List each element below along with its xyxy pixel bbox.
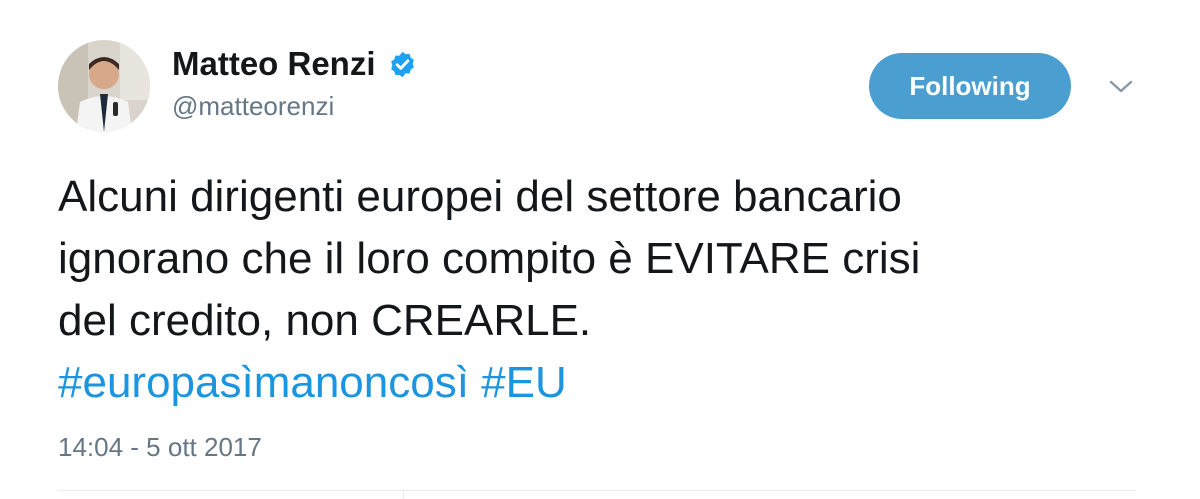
tweet-text-line: del credito, non CREARLE. (58, 296, 592, 345)
avatar[interactable] (58, 40, 150, 132)
chevron-down-icon[interactable] (1108, 76, 1134, 96)
divider (58, 490, 1136, 491)
author-display-name[interactable]: Matteo Renzi (172, 44, 376, 84)
author-handle[interactable]: @matteorenzi (172, 90, 334, 122)
divider (403, 490, 404, 499)
author-name-row: Matteo Renzi (172, 44, 417, 84)
avatar-photo (58, 40, 150, 132)
tweet-timestamp[interactable]: 14:04 - 5 ott 2017 (58, 431, 262, 463)
tweet-text-line: Alcuni dirigenti europei del settore ban… (58, 172, 902, 221)
tweet-text-line: ignorano che il loro compito è EVITARE c… (58, 234, 921, 283)
tweet-text: Alcuni dirigenti europei del settore ban… (58, 166, 1168, 414)
hashtag-link[interactable]: #EU (481, 358, 567, 407)
following-button[interactable]: Following (869, 53, 1071, 119)
verified-badge-icon (390, 51, 414, 77)
hashtag-line: #europasìmanoncosì #EU (58, 352, 1168, 414)
hashtag-link[interactable]: #europasìmanoncosì (58, 358, 469, 407)
tweet-card: Matteo Renzi @matteorenzi Following Alcu… (0, 0, 1200, 499)
